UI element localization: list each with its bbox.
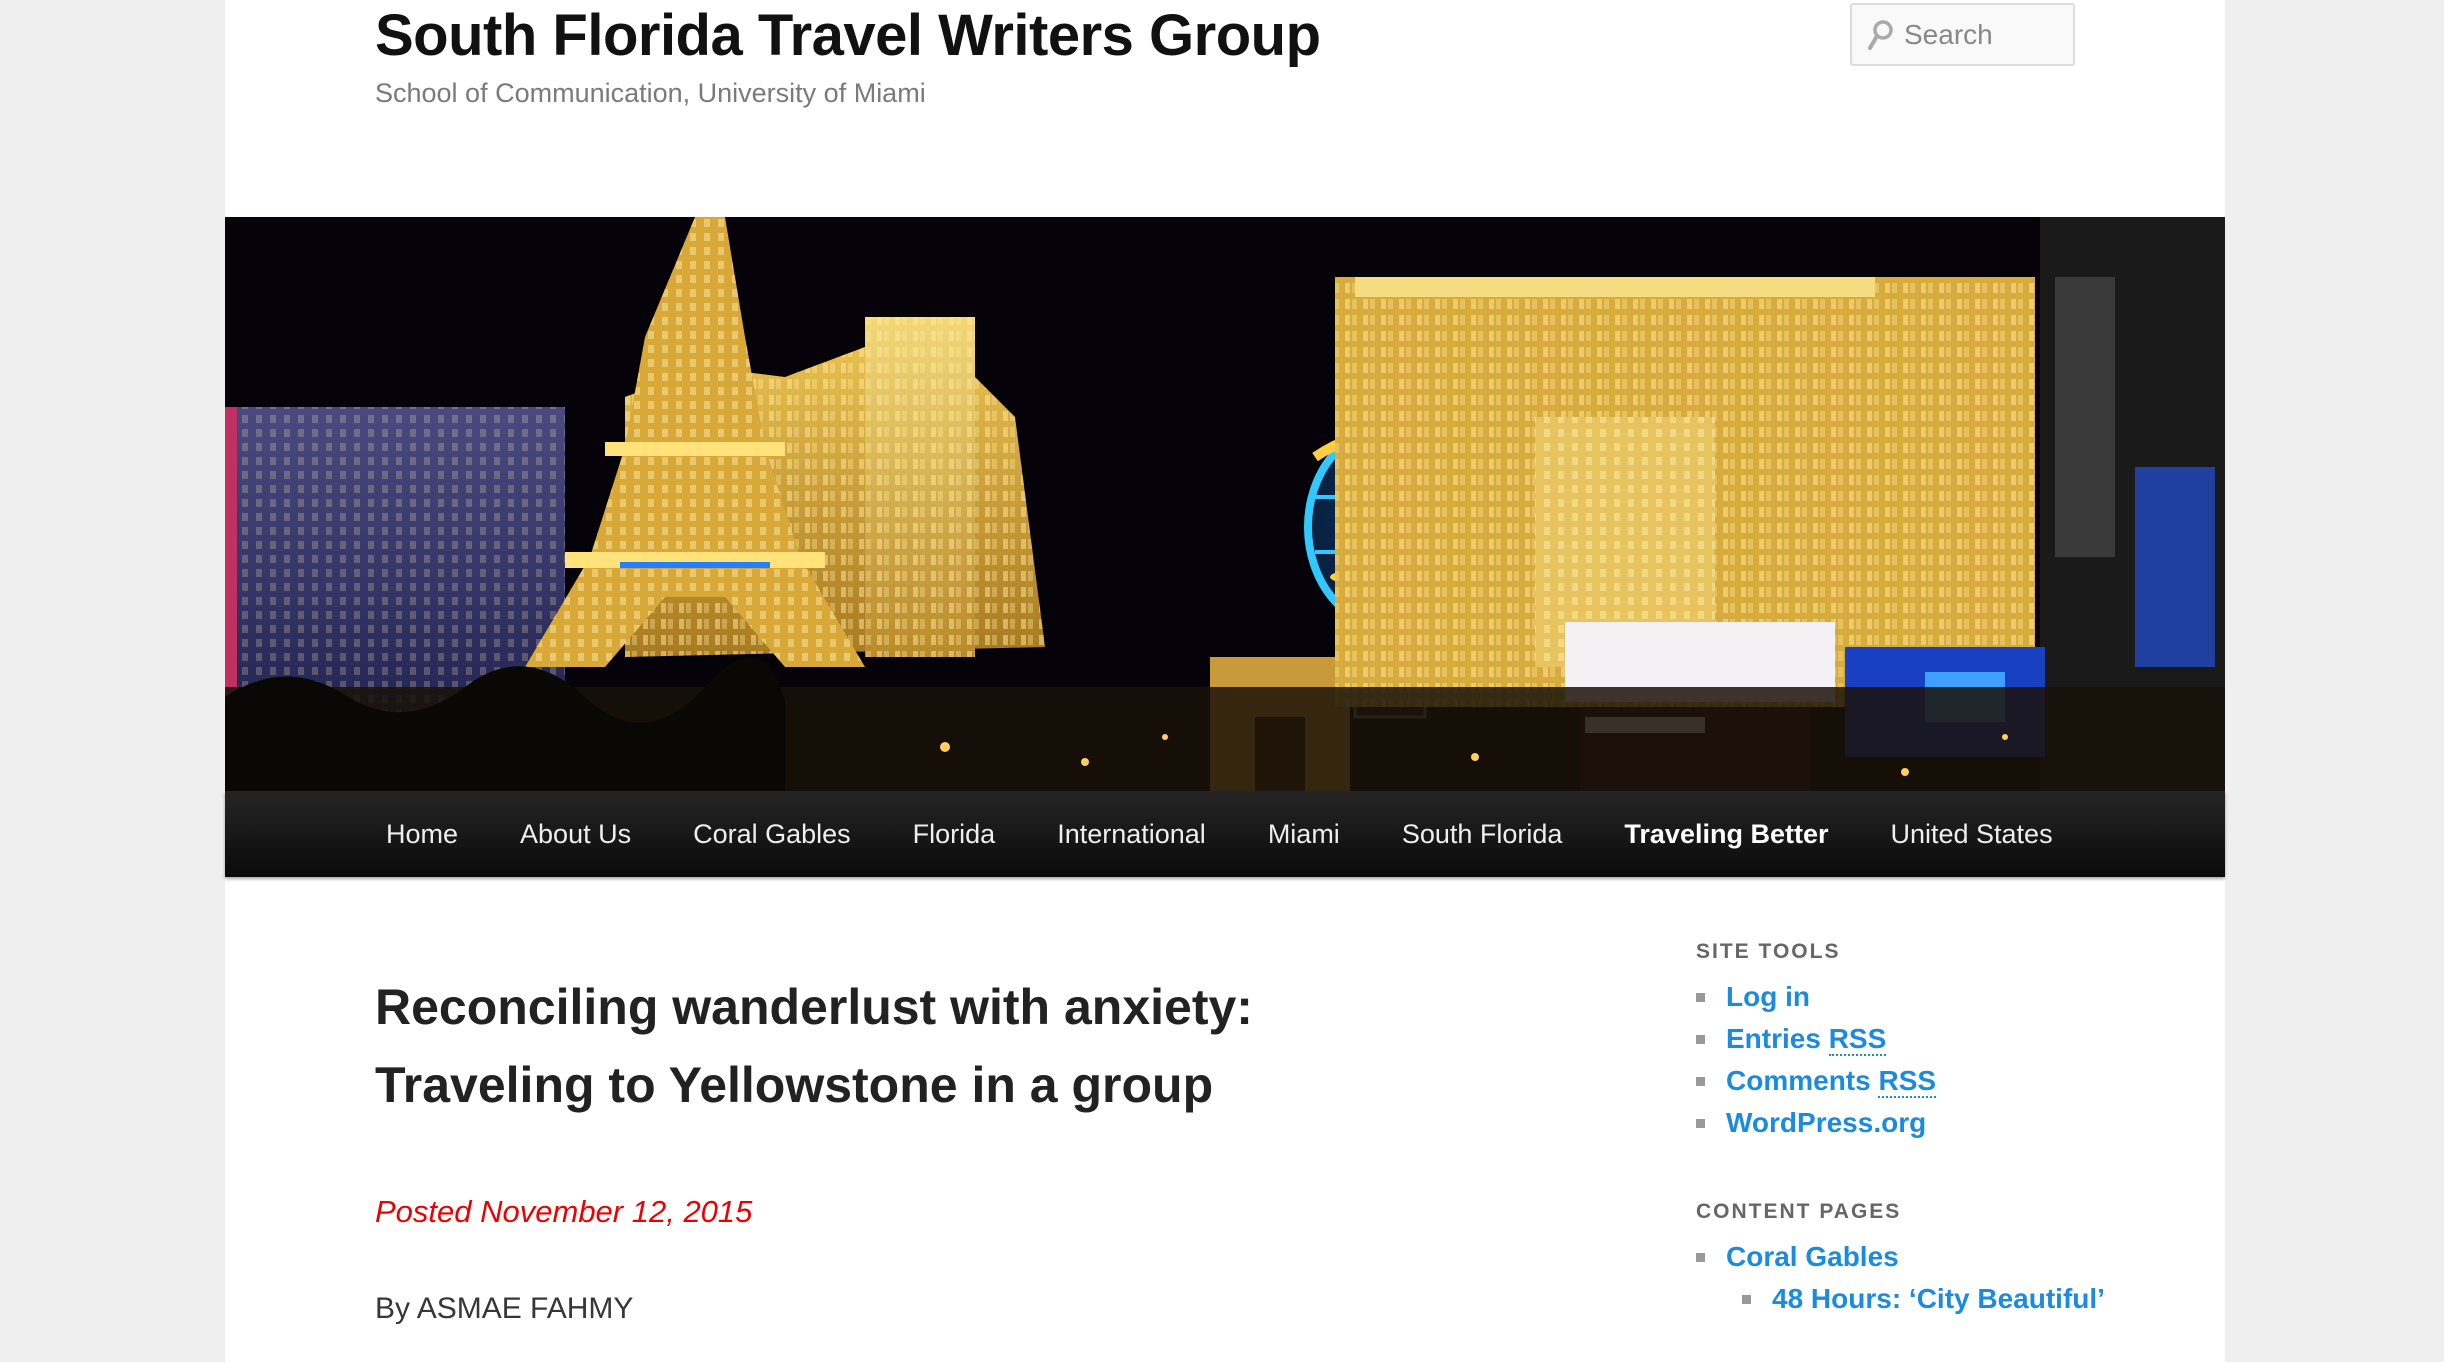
search-input[interactable] — [1904, 18, 2074, 51]
nav-link-traveling-better[interactable]: Traveling Better — [1624, 791, 1828, 877]
sidebar-subitem-48-hours: 48 Hours: ‘City Beautiful’ — [1742, 1278, 2116, 1320]
widget-title-site-tools: SITE TOOLS — [1696, 940, 1841, 963]
comments-rss-label: Comments — [1726, 1065, 1879, 1096]
post-title-line-2: Traveling to Yellowstone in a group — [375, 1057, 1214, 1113]
entries-rss-label: Entries — [1726, 1023, 1829, 1054]
nav-item-florida[interactable]: Florida — [913, 791, 996, 877]
sidebar-item-coral-gables: Coral Gables 48 Hours: ‘City Beautiful’ — [1696, 1236, 2116, 1320]
nav-link-florida[interactable]: Florida — [913, 791, 996, 877]
post-title: Reconciling wanderlust with anxiety: Tra… — [375, 968, 1375, 1124]
sidebar-item-entries-rss: Entries RSS — [1696, 1018, 2116, 1060]
widget-title-content-pages: CONTENT PAGES — [1696, 1200, 1902, 1223]
wordpress-org-link[interactable]: WordPress.org — [1726, 1107, 1926, 1138]
main-navigation: Home About Us Coral Gables Florida Inter… — [225, 791, 2225, 877]
nav-item-home[interactable]: Home — [386, 791, 458, 877]
log-in-link[interactable]: Log in — [1726, 981, 1810, 1012]
entries-rss-abbr: RSS — [1828, 1023, 1887, 1056]
widget-content-pages: CONTENT PAGES Coral Gables 48 Hours: ‘Ci… — [1696, 1200, 2116, 1320]
nav-item-south-florida[interactable]: South Florida — [1402, 791, 1563, 877]
nav-item-about-us[interactable]: About Us — [520, 791, 631, 877]
comments-rss-abbr: RSS — [1878, 1065, 1937, 1098]
post-date: Posted November 12, 2015 — [375, 1194, 753, 1229]
nav-item-traveling-better[interactable]: Traveling Better — [1624, 791, 1828, 877]
sidebar-item-log-in: Log in — [1696, 976, 2116, 1018]
nav-link-international[interactable]: International — [1057, 791, 1206, 877]
48-hours-page-link[interactable]: 48 Hours: ‘City Beautiful’ — [1772, 1283, 2105, 1314]
nav-link-about-us[interactable]: About Us — [520, 791, 631, 877]
nav-item-coral-gables[interactable]: Coral Gables — [693, 791, 851, 877]
coral-gables-page-link[interactable]: Coral Gables — [1726, 1241, 1899, 1272]
search-form[interactable] — [1850, 3, 2075, 66]
entries-rss-link[interactable]: Entries RSS — [1726, 1023, 1887, 1056]
nav-link-united-states[interactable]: United States — [1890, 791, 2052, 877]
nav-link-home[interactable]: Home — [386, 791, 458, 877]
widget-site-tools: SITE TOOLS Log in Entries RSS Comments R… — [1696, 940, 2116, 1144]
las-vegas-strip-night-photo — [225, 217, 2225, 791]
site-description: School of Communication, University of M… — [375, 78, 926, 108]
nav-link-south-florida[interactable]: South Florida — [1402, 791, 1563, 877]
nav-item-international[interactable]: International — [1057, 791, 1206, 877]
sidebar-item-comments-rss: Comments RSS — [1696, 1060, 2116, 1102]
page: South Florida Travel Writers Group Schoo… — [225, 0, 2225, 1362]
post-byline: By ASMAE FAHMY — [375, 1292, 634, 1325]
site-title[interactable]: South Florida Travel Writers Group — [375, 0, 1321, 72]
nav-link-coral-gables[interactable]: Coral Gables — [693, 791, 851, 877]
header-banner-image — [225, 217, 2225, 791]
nav-link-miami[interactable]: Miami — [1268, 791, 1340, 877]
nav-item-miami[interactable]: Miami — [1268, 791, 1340, 877]
comments-rss-link[interactable]: Comments RSS — [1726, 1065, 1937, 1098]
post-title-line-1: Reconciling wanderlust with anxiety: — [375, 979, 1253, 1035]
sidebar-item-wordpress-org: WordPress.org — [1696, 1102, 2116, 1144]
nav-item-united-states[interactable]: United States — [1890, 791, 2052, 877]
search-icon — [1868, 19, 1893, 50]
sidebar: SITE TOOLS Log in Entries RSS Comments R… — [1696, 940, 2116, 1320]
